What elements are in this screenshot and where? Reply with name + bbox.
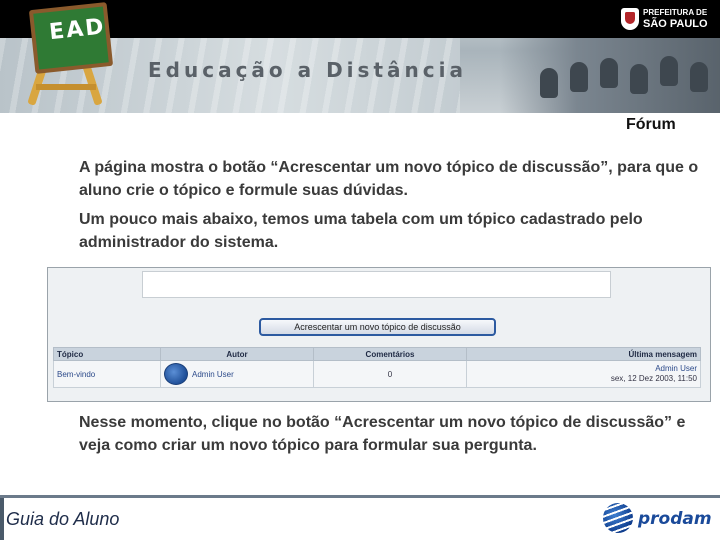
site-title: Educação a Distância xyxy=(148,58,467,82)
prodam-logo: prodam xyxy=(601,501,713,535)
paragraph-instruction: Nesse momento, clique no botão “Acrescen… xyxy=(79,414,686,454)
prefeitura-crest-icon xyxy=(621,8,639,30)
topic-link[interactable]: Bem-vindo xyxy=(57,370,95,379)
prefeitura-name: PREFEITURA DE SÃO PAULO xyxy=(643,8,708,30)
prodam-globe-icon xyxy=(603,503,633,533)
paragraph-table: Um pouco mais abaixo, temos uma tabela c… xyxy=(79,211,643,251)
topics-table: Tópico Autor Comentários Última mensagem… xyxy=(53,347,701,388)
last-post-date: sex, 12 Dez 2003, 11:50 xyxy=(610,374,697,383)
header-banner: EAD Educação a Distância PREFEITURA DE S… xyxy=(0,0,720,113)
author-link[interactable]: Admin User xyxy=(192,370,234,379)
table-row: Bem-vindo Admin User 0 Admin User sex, 1… xyxy=(53,360,701,388)
comment-count: 0 xyxy=(313,360,467,388)
ead-logo-text: EAD xyxy=(48,14,107,46)
forum-intro-box xyxy=(142,271,611,298)
footer-accent xyxy=(0,498,4,540)
header-autor: Autor xyxy=(160,347,314,361)
header-ultima: Última mensagem xyxy=(466,347,701,361)
banner-graduates-image xyxy=(500,38,720,113)
section-title: Fórum xyxy=(626,116,676,133)
last-post-author[interactable]: Admin User xyxy=(470,364,697,374)
paragraph-intro: A página mostra o botão “Acrescentar um … xyxy=(79,159,699,199)
header-comentarios: Comentários xyxy=(313,347,467,361)
add-topic-button[interactable]: Acrescentar um novo tópico de discussão xyxy=(259,318,496,336)
user-avatar-icon xyxy=(164,363,188,385)
footer-divider xyxy=(0,495,720,498)
forum-screenshot: Acrescentar um novo tópico de discussão … xyxy=(47,267,711,402)
prodam-wordmark: prodam xyxy=(638,509,712,529)
ead-chalkboard-icon: EAD xyxy=(22,2,114,112)
footer-guide-label: Guia do Aluno xyxy=(6,509,120,529)
header-topico: Tópico xyxy=(53,347,161,361)
